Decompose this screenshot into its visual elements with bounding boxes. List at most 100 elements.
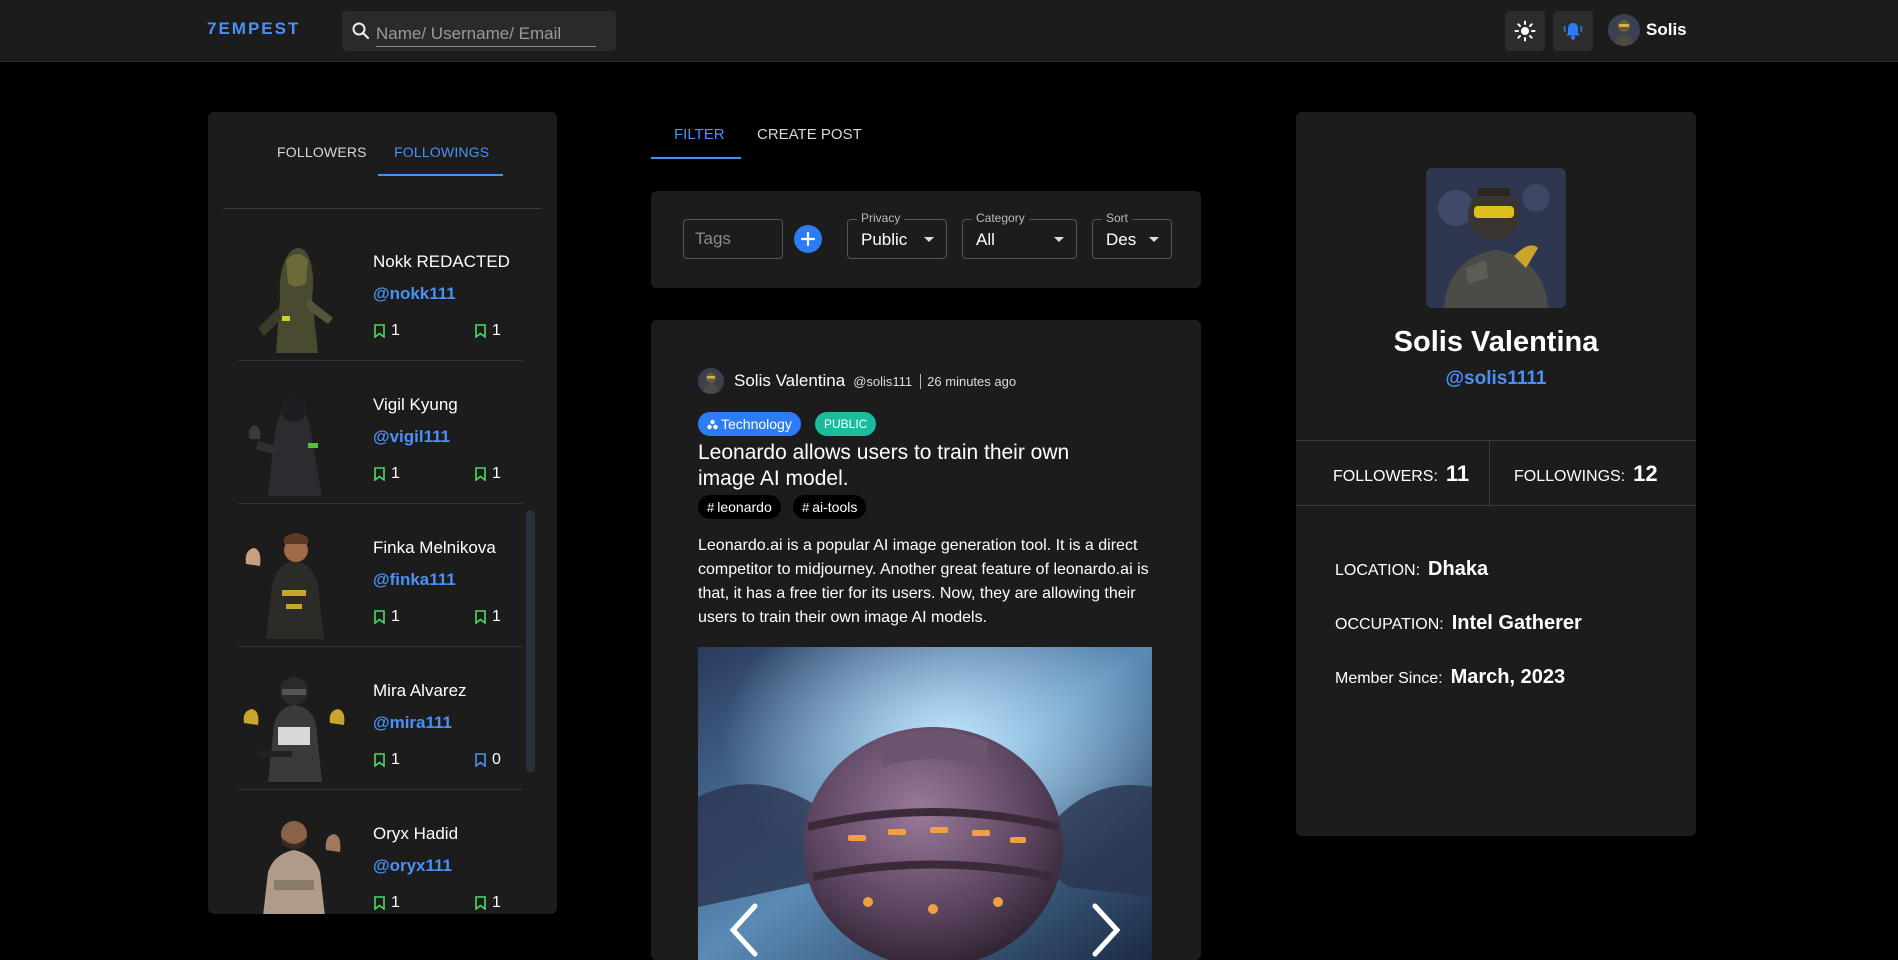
tab-followers[interactable]: FOLLOWERS — [277, 144, 367, 160]
stat-followers: 1 — [373, 608, 400, 626]
person-name[interactable]: Nokk REDACTED — [373, 252, 510, 272]
divider — [1489, 441, 1490, 507]
member-since-info: Member Since: March, 2023 — [1335, 666, 1566, 688]
privacy-label: Privacy — [857, 211, 905, 225]
person-image — [263, 821, 341, 914]
theme-toggle-button[interactable] — [1505, 11, 1545, 51]
profile-card: Solis Valentina @solis1111 FOLLOWERS: 11… — [1296, 112, 1696, 836]
privacy-badge: PUBLIC — [815, 412, 877, 436]
stat-followings: 1 — [474, 608, 501, 626]
caret-down-icon — [1149, 237, 1159, 242]
stat-followers: 1 — [373, 322, 400, 340]
stat-followers: 1 — [373, 894, 400, 912]
chevron-left-icon[interactable] — [723, 900, 763, 960]
avatar — [1608, 14, 1640, 46]
stat-followers: 1 — [373, 751, 400, 769]
top-bar: 7EMPEST Name/ Username/ Email Solis — [0, 0, 1898, 62]
active-tab-indicator — [651, 157, 741, 159]
post-tabs: FILTER CREATE POST — [651, 112, 1201, 160]
sun-icon — [1514, 20, 1536, 42]
profile-name: Solis Valentina — [1393, 326, 1599, 358]
sort-label: Sort — [1102, 211, 1133, 225]
post-body: Leonardo.ai is a popular AI image genera… — [698, 537, 1149, 626]
stat-followings: 1 — [474, 894, 501, 912]
caret-down-icon — [1054, 237, 1064, 242]
followings-list: Nokk REDACTED @nokk111 1 1 Vigil Kyung @… — [238, 218, 523, 914]
person-image — [243, 677, 345, 782]
sort-select[interactable]: Sort Des — [1092, 211, 1172, 259]
person-username[interactable]: @nokk111 — [373, 284, 456, 304]
category-select[interactable]: Category All — [962, 211, 1077, 259]
add-tag-button[interactable] — [794, 225, 822, 253]
followings-stat[interactable]: FOLLOWINGS: 12 — [1514, 461, 1658, 487]
user-menu[interactable]: Solis — [1608, 14, 1687, 46]
search-box — [342, 11, 616, 51]
list-item[interactable]: Nokk REDACTED @nokk111 1 1 — [238, 218, 523, 361]
bookmark-outline-icon — [475, 753, 486, 767]
tags-input[interactable] — [683, 219, 783, 259]
occupation-info: OCCUPATION: Intel Gatherer — [1335, 612, 1582, 634]
location-info: LOCATION: Dhaka — [1335, 558, 1489, 580]
tab-followings[interactable]: FOLLOWINGS — [394, 144, 489, 160]
list-item[interactable]: Oryx Hadid @oryx111 1 1 — [238, 790, 523, 914]
active-tab-indicator — [378, 174, 503, 176]
post-author[interactable]: Solis Valentina — [734, 371, 845, 391]
search-input[interactable] — [376, 21, 596, 47]
person-name[interactable]: Mira Alvarez — [373, 681, 467, 701]
bookmark-icon — [374, 610, 385, 624]
tab-filter[interactable]: FILTER — [674, 126, 725, 143]
author-avatar[interactable] — [698, 368, 724, 394]
category-badge[interactable]: Technology — [698, 412, 801, 436]
privacy-select[interactable]: Privacy Public — [847, 211, 947, 259]
stat-followers: 1 — [373, 465, 400, 483]
stat-followings: 1 — [474, 322, 501, 340]
person-username[interactable]: @vigil111 — [373, 427, 450, 447]
person-username[interactable]: @mira111 — [373, 713, 452, 733]
follow-panel: FOLLOWERS FOLLOWINGS Nokk REDACTED @nokk… — [208, 112, 557, 914]
bookmark-icon — [374, 753, 385, 767]
bookmark-icon — [475, 896, 486, 910]
person-image — [248, 396, 322, 496]
person-image — [258, 248, 333, 353]
bookmark-icon — [475, 324, 486, 338]
scrollbar[interactable] — [526, 510, 535, 772]
brand-logo[interactable]: 7EMPEST — [207, 19, 300, 39]
chevron-right-icon[interactable] — [1087, 900, 1127, 960]
followers-stat[interactable]: FOLLOWERS: 11 — [1333, 461, 1469, 487]
search-icon — [352, 22, 370, 40]
list-item[interactable]: Finka Melnikova @finka111 1 1 — [238, 504, 523, 647]
person-name[interactable]: Oryx Hadid — [373, 824, 458, 844]
filter-box: Privacy Public Category All Sort Des — [651, 191, 1201, 288]
post-card: Solis Valentina @solis111 26 minutes ago… — [651, 320, 1201, 960]
stat-followings: 0 — [474, 751, 501, 769]
notifications-button[interactable] — [1553, 11, 1593, 51]
hash-icon: # — [707, 499, 715, 515]
tag-chip[interactable]: # leonardo — [698, 495, 781, 519]
bookmark-icon — [475, 610, 486, 624]
stat-followings: 1 — [474, 465, 501, 483]
post-handle[interactable]: @solis111 — [853, 374, 912, 389]
post-header: Solis Valentina @solis111 26 minutes ago — [698, 368, 1016, 394]
caret-down-icon — [924, 237, 934, 242]
privacy-value: Public — [861, 230, 908, 249]
post-image[interactable] — [698, 647, 1152, 960]
profile-username: @solis1111 — [1445, 368, 1547, 389]
divider — [223, 208, 542, 209]
category-icon — [707, 419, 718, 429]
person-name[interactable]: Finka Melnikova — [373, 538, 496, 558]
post-title[interactable]: Leonardo allows users to train their own… — [698, 440, 1118, 492]
bookmark-icon — [475, 467, 486, 481]
person-image — [245, 533, 324, 639]
bookmark-icon — [374, 896, 385, 910]
category-label: Category — [972, 211, 1029, 225]
list-item[interactable]: Vigil Kyung @vigil111 1 1 — [238, 361, 523, 504]
user-name: Solis — [1646, 20, 1687, 39]
person-username[interactable]: @oryx111 — [373, 856, 452, 876]
tag-chip[interactable]: # ai-tools — [793, 495, 867, 519]
follow-tabs: FOLLOWERS FOLLOWINGS — [208, 112, 557, 176]
tab-create-post[interactable]: CREATE POST — [757, 126, 862, 143]
person-username[interactable]: @finka111 — [373, 570, 456, 590]
profile-stats: FOLLOWERS: 11 FOLLOWINGS: 12 — [1296, 440, 1696, 507]
list-item[interactable]: Mira Alvarez @mira111 1 0 — [238, 647, 523, 790]
person-name[interactable]: Vigil Kyung — [373, 395, 458, 415]
